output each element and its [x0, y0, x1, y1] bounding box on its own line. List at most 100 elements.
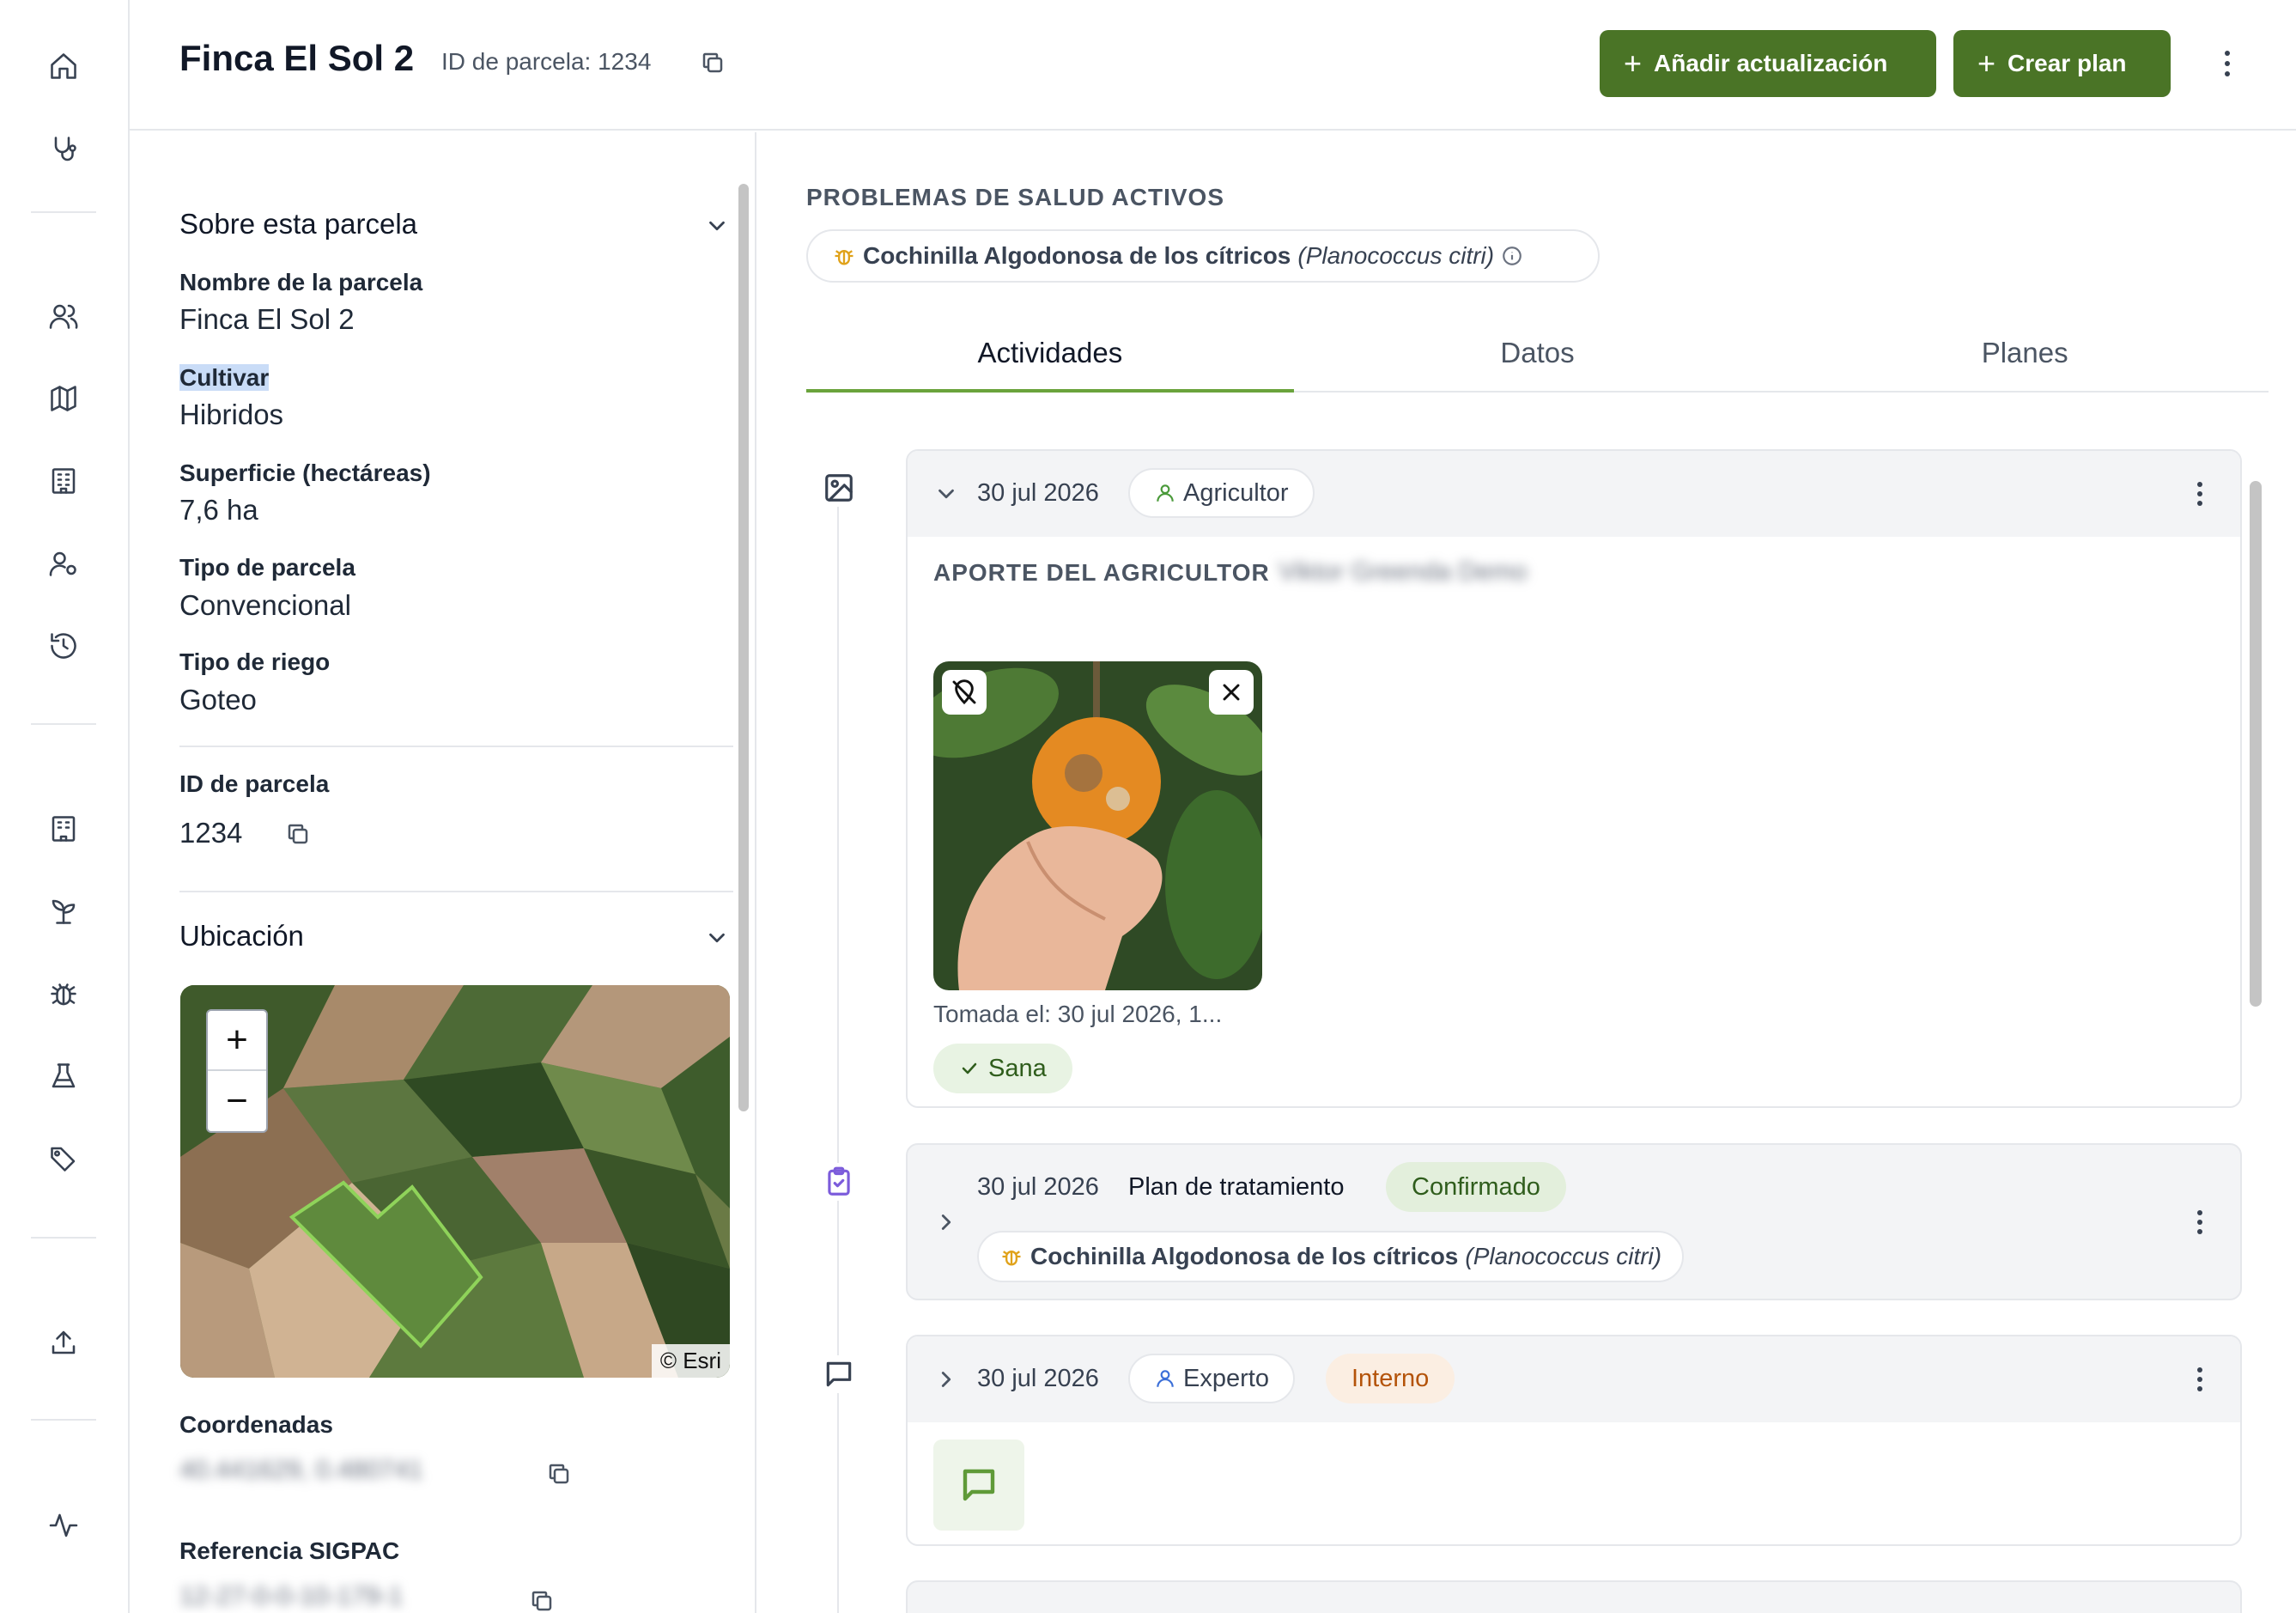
- users-icon[interactable]: [39, 292, 88, 340]
- more-options-icon[interactable]: [2210, 38, 2244, 89]
- more-options-icon[interactable]: [2187, 1358, 2213, 1401]
- health-issue-pill[interactable]: Cochinilla Algodonosa de los cítricos (P…: [806, 229, 1600, 283]
- chevron-right-icon[interactable]: [933, 1209, 959, 1235]
- field-value: Convencional: [179, 589, 351, 621]
- zoom-controls: + −: [206, 1009, 268, 1133]
- plus-icon: +: [1977, 46, 1996, 81]
- activity-date: 30 jul 2026: [977, 1365, 1099, 1392]
- field-label: Coordenadas: [179, 1411, 333, 1438]
- health-issue-latin: (Planococcus citri): [1465, 1243, 1662, 1269]
- activity-date: 30 jul 2026: [977, 1173, 1099, 1201]
- bug-icon[interactable]: [39, 970, 88, 1018]
- divider: [179, 891, 733, 892]
- user-icon: [1157, 484, 1174, 502]
- building-icon[interactable]: [39, 457, 88, 505]
- copy-icon[interactable]: [695, 46, 730, 80]
- add-update-label: Añadir actualización: [1654, 50, 1888, 76]
- comment-icon: [820, 1355, 858, 1393]
- copy-icon[interactable]: [525, 1584, 559, 1613]
- user-icon: [1157, 1370, 1174, 1387]
- chevron-down-icon[interactable]: [933, 481, 959, 507]
- activity-icon[interactable]: [39, 1501, 88, 1549]
- health-issue-pill[interactable]: Cochinilla Algodonosa de los cítricos (P…: [977, 1231, 1685, 1282]
- health-issue-latin: (Planococcus citri): [1297, 242, 1495, 269]
- left-panel-scrollbar[interactable]: [738, 184, 749, 1111]
- photo-caption: Tomada el: 30 jul 2026, 1...: [933, 1001, 1223, 1027]
- close-icon[interactable]: [1209, 670, 1254, 715]
- history-icon[interactable]: [39, 622, 88, 670]
- parcel-details-panel: [130, 132, 756, 1613]
- rail-divider: [31, 1237, 96, 1239]
- create-plan-button[interactable]: + Crear plan: [1953, 30, 2171, 97]
- comment-icon: [963, 1469, 995, 1501]
- active-health-issues-title: PROBLEMAS DE SALUD ACTIVOS: [806, 184, 1224, 210]
- field-label: Cultivar: [179, 364, 270, 392]
- field-label-text: Cultivar: [179, 364, 270, 391]
- activity-card[interactable]: [906, 1580, 2242, 1613]
- chevron-down-icon[interactable]: [704, 213, 730, 239]
- contribution-title: APORTE DEL AGRICULTOR: [933, 559, 1270, 586]
- zoom-out-button[interactable]: −: [208, 1071, 266, 1131]
- chevron-right-icon[interactable]: [933, 1366, 959, 1392]
- flask-icon[interactable]: [39, 1052, 88, 1100]
- coordinates-value: 40.441629, 0.480741: [179, 1456, 423, 1484]
- sprout-icon[interactable]: [39, 887, 88, 935]
- activity-type: Plan de tratamiento: [1128, 1173, 1345, 1201]
- rail-divider: [31, 723, 96, 725]
- about-section-title[interactable]: Sobre esta parcela: [179, 208, 417, 240]
- tags-icon[interactable]: [39, 1135, 88, 1183]
- divider: [179, 746, 733, 747]
- activity-card[interactable]: 30 jul 2026 Plan de tratamiento Confirma…: [906, 1143, 2242, 1300]
- health-issue-name: Cochinilla Algodonosa de los cítricos: [1030, 1243, 1459, 1269]
- field-value: Finca El Sol 2: [179, 303, 355, 335]
- page-title: Finca El Sol 2: [179, 38, 415, 78]
- activity-card: 30 jul 2026 Agricultor APORTE DEL AGRICU…: [906, 449, 2242, 1108]
- rail-divider: [31, 1419, 96, 1421]
- activities-scrollbar[interactable]: [2250, 481, 2262, 1007]
- parcel-map[interactable]: + − © Esri: [180, 985, 730, 1378]
- location-off-icon[interactable]: [942, 670, 987, 715]
- field-label: Superficie (hectáreas): [179, 460, 431, 486]
- more-options-icon[interactable]: [2187, 472, 2213, 515]
- parcel-id-label: ID de parcela: 1234: [441, 48, 652, 75]
- copy-icon[interactable]: [542, 1457, 576, 1491]
- comment-attachment[interactable]: [933, 1440, 1024, 1531]
- tab-data[interactable]: Datos: [1294, 328, 1782, 391]
- location-section-title[interactable]: Ubicación: [179, 920, 304, 953]
- tab-plans[interactable]: Planes: [1781, 328, 2269, 391]
- more-options-icon[interactable]: [2187, 1201, 2213, 1244]
- field-label: Tipo de riego: [179, 648, 331, 675]
- rail-divider: [31, 211, 96, 213]
- activity-card-header[interactable]: 30 jul 2026 Experto Interno: [908, 1336, 2240, 1422]
- timeline-line: [837, 507, 839, 1613]
- tabs-bar: Actividades Datos Planes: [806, 328, 2269, 393]
- info-icon[interactable]: [1501, 245, 1523, 267]
- map-icon[interactable]: [39, 374, 88, 423]
- activity-photo[interactable]: [933, 661, 1262, 990]
- user-settings-icon[interactable]: [39, 539, 88, 587]
- zoom-in-button[interactable]: +: [208, 1011, 266, 1071]
- contributor-name: Viktor Greenda Demo: [1279, 557, 1528, 586]
- field-value: Goteo: [179, 684, 257, 715]
- field-label: Tipo de parcela: [179, 554, 355, 581]
- home-icon[interactable]: [39, 42, 88, 90]
- plus-icon: +: [1624, 46, 1643, 81]
- field-value: Hibridos: [179, 399, 284, 430]
- stethoscope-icon[interactable]: [39, 125, 88, 173]
- health-issue-name: Cochinilla Algodonosa de los cítricos: [863, 242, 1291, 269]
- side-rail: [0, 0, 130, 1613]
- upload-icon[interactable]: [39, 1318, 88, 1366]
- page-header: Finca El Sol 2 ID de parcela: 1234 + Aña…: [130, 0, 2296, 131]
- activity-card-header[interactable]: 30 jul 2026 Agricultor: [908, 451, 2240, 537]
- role-badge: Experto: [1128, 1354, 1295, 1403]
- create-plan-label: Crear plan: [2007, 50, 2127, 76]
- chevron-down-icon[interactable]: [704, 925, 730, 951]
- clipboard-check-icon: [820, 1163, 858, 1201]
- add-update-button[interactable]: + Añadir actualización: [1600, 30, 1936, 97]
- sigpac-value: 12-27-0-0-10-179-1: [179, 1582, 404, 1610]
- building-icon[interactable]: [39, 805, 88, 853]
- field-label: ID de parcela: [179, 770, 330, 797]
- field-value: 1234: [179, 817, 243, 849]
- copy-icon[interactable]: [281, 817, 315, 851]
- tab-activities[interactable]: Actividades: [806, 328, 1294, 393]
